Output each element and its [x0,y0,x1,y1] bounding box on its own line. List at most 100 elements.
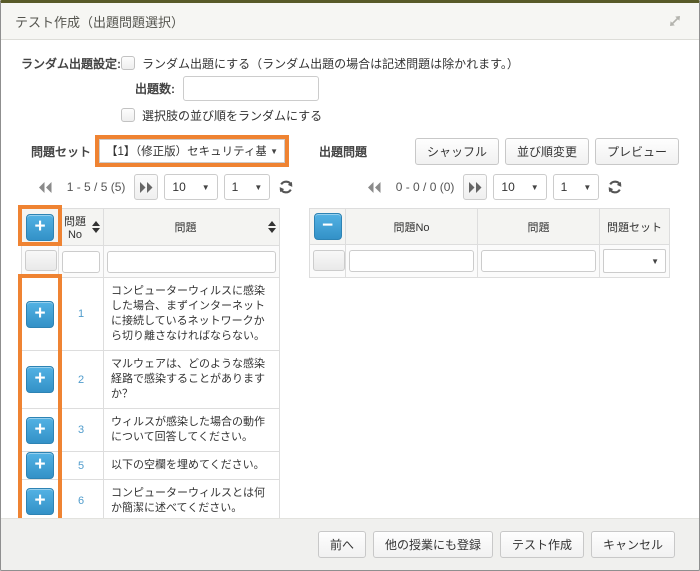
plus-icon: + [34,217,45,236]
left-page-size-select[interactable]: 10 ▼ [164,174,217,200]
right-filter-no-input[interactable] [349,250,474,272]
right-header-question: 問題 [478,209,600,245]
left-refresh-button[interactable] [276,177,296,197]
right-header-no: 問題No [346,209,478,245]
question-row: + 5 以下の空欄を埋めてください。 [22,452,280,480]
left-header-no[interactable]: 問題No [59,209,104,246]
sort-icon[interactable] [268,221,276,233]
add-question-button[interactable]: + [26,366,54,393]
random-settings-label: ランダム出題設定: [21,53,121,125]
caret-down-icon: ▼ [198,183,210,192]
left-page-value: 1 [232,180,239,194]
register-other-classes-button[interactable]: 他の授業にも登録 [373,531,493,558]
left-pagination: 1 - 5 / 5 (5) 10 ▼ 1 ▼ [21,174,309,200]
question-text: マルウェアは、どのような感染経路で感染することがありますか？ [104,351,280,409]
remove-all-header-cell: − [310,209,346,245]
random-settings-section: ランダム出題設定: ランダム出題にする（ランダム出題の場合は記述問題は除かれます… [21,53,679,125]
cancel-button[interactable]: キャンセル [591,531,675,558]
test-creation-dialog: テスト作成（出題問題選択） ランダム出題設定: ランダム出題にする（ランダム出題… [0,0,700,571]
pagination-row: 1 - 5 / 5 (5) 10 ▼ 1 ▼ [21,171,679,203]
add-question-button[interactable]: + [26,488,54,515]
question-no-link[interactable]: 5 [78,460,84,472]
right-filter-action-cell [310,245,346,278]
shuffle-choices-checkbox-label: 選択肢の並び順をランダムにする [142,107,322,124]
question-no-link[interactable]: 6 [78,495,84,507]
random-settings-fields: ランダム出題にする（ランダム出題の場合は記述問題は除かれます。） 出題数: 選択… [121,53,519,125]
shuffle-choices-checkbox[interactable] [121,108,135,122]
question-row: + 1 コンピューターウィルスに感染した場合、まずインターネットに接続しているネ… [22,278,280,351]
tables-section: + 問題No 問題 [21,208,679,518]
right-filter-action-button[interactable] [313,250,345,271]
question-text: コンピューターウィルスとは何か簡潔に述べてください。 [104,480,280,519]
highlight-question-set: 【1】（修正版）セキュリティ基礎知識 ▼ [95,135,289,167]
selected-questions-label: 出題問題 [319,143,367,160]
question-count-label: 出題数: [135,80,175,97]
dialog-title: テスト作成（出題問題選択） [15,12,184,31]
remove-all-button[interactable]: − [314,213,342,240]
plus-icon: + [34,491,45,510]
add-all-button[interactable]: + [26,214,54,241]
question-no-link[interactable]: 1 [78,308,84,320]
add-question-button[interactable]: + [26,417,54,444]
back-button[interactable]: 前へ [318,531,366,558]
question-text: 以下の空欄を埋めてください。 [104,452,280,480]
left-filter-no-input[interactable] [62,251,100,273]
right-filter-set-select[interactable]: ▼ [603,249,666,273]
right-filter-set-cell: ▼ [600,245,670,278]
left-prev-page-button[interactable] [34,174,58,200]
right-filter-question-input[interactable] [481,250,596,272]
right-filter-no-cell [346,245,478,278]
question-no-link[interactable]: 2 [78,374,84,386]
shuffle-button[interactable]: シャッフル [415,138,499,165]
available-questions-table: + 問題No 問題 [21,208,280,518]
caret-down-icon: ▼ [579,183,591,192]
add-question-button[interactable]: + [26,452,54,479]
right-pagination: 0 - 0 / 0 (0) 10 ▼ 1 ▼ [309,174,679,200]
preview-button[interactable]: プレビュー [595,138,679,165]
question-set-select[interactable]: 【1】（修正版）セキュリティ基礎知識 ▼ [99,139,285,163]
left-page-range-label: 1 - 5 / 5 (5) [64,180,129,194]
right-page-select[interactable]: 1 ▼ [553,174,600,200]
question-text: ウィルスが感染した場合の動作について回答してください。 [104,409,280,452]
left-filter-question-input[interactable] [107,251,276,273]
right-page-value: 1 [561,180,568,194]
left-next-page-button[interactable] [134,174,158,200]
create-test-button[interactable]: テスト作成 [500,531,584,558]
sort-icon[interactable] [92,221,100,233]
add-question-button[interactable]: + [26,301,54,328]
plus-icon: + [34,369,45,388]
right-page-size-select[interactable]: 10 ▼ [493,174,546,200]
left-header-question[interactable]: 問題 [104,209,280,246]
expand-icon[interactable] [665,11,685,31]
question-no-link[interactable]: 3 [78,424,84,436]
dialog-footer: 前へ 他の授業にも登録 テスト作成 キャンセル [1,518,699,570]
caret-down-icon: ▼ [250,183,262,192]
right-filter-question-cell [478,245,600,278]
plus-icon: + [34,304,45,323]
available-questions-panel: + 問題No 問題 [21,208,279,518]
random-output-checkbox[interactable] [121,56,135,70]
right-prev-page-button[interactable] [363,174,387,200]
add-all-header-cell: + [22,209,59,246]
left-filter-question-cell [104,246,280,278]
question-set-selected-value: 【1】（修正版）セキュリティ基礎知識 [106,143,266,159]
reorder-button[interactable]: 並び順変更 [505,138,589,165]
selected-questions-panel: − 問題No 問題 問題セット ▼ [309,208,670,278]
right-next-page-button[interactable] [463,174,487,200]
left-header-question-label: 問題 [107,219,264,235]
left-page-select[interactable]: 1 ▼ [224,174,271,200]
right-page-range-label: 0 - 0 / 0 (0) [393,180,458,194]
left-filter-action-cell [22,246,59,278]
selected-questions-table: − 問題No 問題 問題セット ▼ [309,208,670,278]
minus-icon: − [322,216,333,235]
caret-down-icon: ▼ [647,257,659,266]
right-page-size-value: 10 [501,180,514,194]
right-refresh-button[interactable] [605,177,625,197]
question-set-label: 問題セット [31,143,95,160]
question-row: + 2 マルウェアは、どのような感染経路で感染することがありますか？ [22,351,280,409]
question-count-input[interactable] [183,76,319,101]
left-filter-action-button[interactable] [25,250,57,271]
panels-header: 問題セット 【1】（修正版）セキュリティ基礎知識 ▼ 出題問題 シャッフル 並び… [21,135,679,167]
left-filter-no-cell [59,246,104,278]
question-text: コンピューターウィルスに感染した場合、まずインターネットに接続しているネットワー… [104,278,280,351]
